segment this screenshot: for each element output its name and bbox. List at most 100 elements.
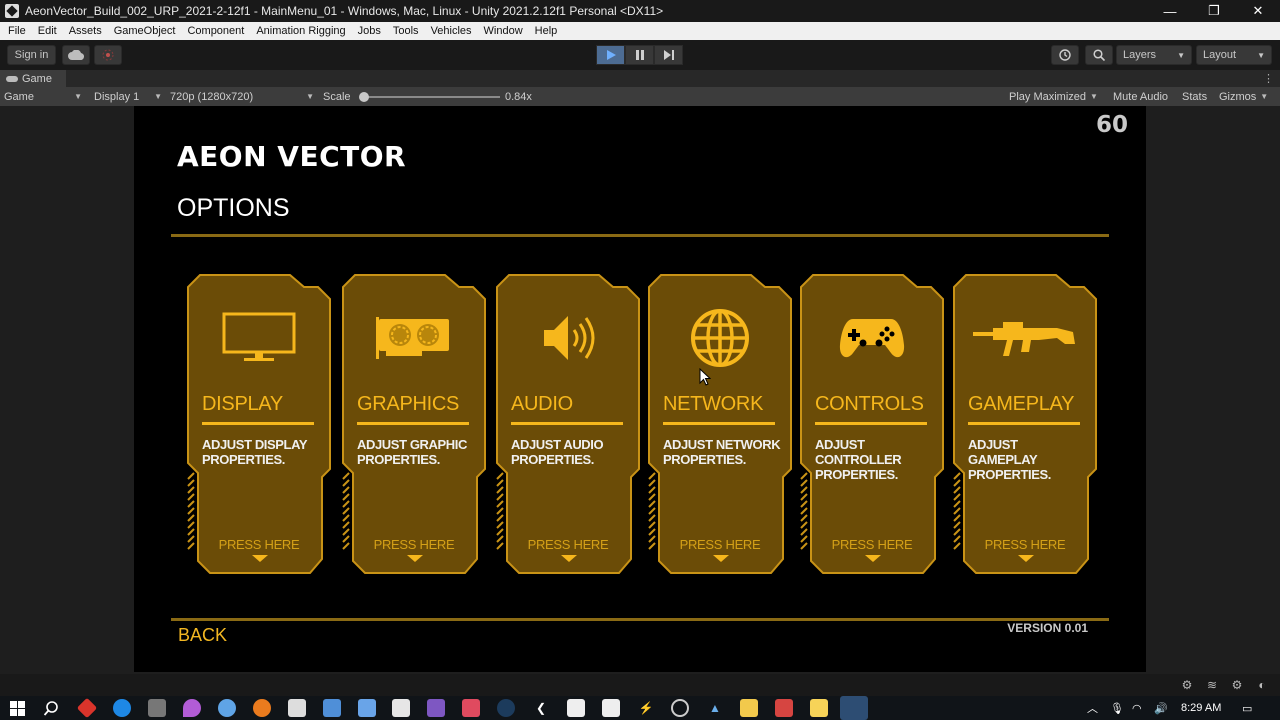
rifle-icon	[952, 307, 1098, 369]
menu-tools[interactable]: Tools	[387, 25, 425, 37]
press-here-label[interactable]: PRESS HERE	[186, 537, 332, 552]
blender-icon[interactable]	[253, 699, 271, 717]
layout-label: Layout	[1203, 49, 1237, 61]
maximize-button[interactable]: ❐	[1192, 0, 1236, 22]
option-card-audio[interactable]: AUDIO ADJUST AUDIO PROPERTIES. PRESS HERE	[495, 273, 641, 575]
menu-vehicles[interactable]: Vehicles	[425, 25, 478, 37]
back-button[interactable]: BACK	[178, 625, 227, 646]
menu-file[interactable]: File	[2, 25, 32, 37]
mute-audio-toggle[interactable]: Mute Audio	[1113, 87, 1168, 106]
minimize-button[interactable]: —	[1148, 0, 1192, 22]
app-yellow-icon[interactable]	[810, 699, 828, 717]
card-rule	[357, 422, 469, 425]
card-rule	[815, 422, 927, 425]
app-window2-icon[interactable]	[602, 699, 620, 717]
visual-studio-icon[interactable]	[427, 699, 445, 717]
edge-browser-icon[interactable]	[113, 699, 131, 717]
unity-taskbar-active[interactable]	[840, 696, 868, 720]
chevron-down-icon: ▼	[306, 92, 314, 101]
stack-icon[interactable]: ≋	[1204, 677, 1220, 693]
undo-history-button[interactable]	[1051, 45, 1079, 65]
display-dropdown[interactable]: Display 1 ▼	[94, 87, 162, 106]
tab-game[interactable]: Game	[0, 70, 66, 87]
history-icon	[1059, 49, 1071, 61]
arrow-down-icon	[1018, 555, 1034, 562]
collab-button[interactable]	[94, 45, 122, 65]
option-card-controls[interactable]: CONTROLS ADJUST CONTROLLER PROPERTIES. PRE…	[799, 273, 945, 575]
kebab-menu-icon[interactable]: ⋮	[1263, 72, 1274, 85]
monitor-icon	[186, 307, 332, 369]
network-icon[interactable]: ⚙	[1229, 677, 1245, 693]
close-button[interactable]: ✕	[1236, 0, 1280, 22]
sign-in-button[interactable]: Sign in	[7, 45, 56, 65]
arrow-down-icon	[713, 555, 729, 562]
chevron-down-icon: ▼	[74, 92, 82, 101]
option-card-graphics[interactable]: GRAPHICS ADJUST GRAPHIC PROPERTIES. PRESS …	[341, 273, 487, 575]
play-button[interactable]	[596, 45, 625, 65]
menu-assets[interactable]: Assets	[63, 25, 108, 37]
app-blue-icon[interactable]	[323, 699, 341, 717]
view-type-dropdown[interactable]: Game ▼	[4, 87, 82, 106]
option-card-gameplay[interactable]: GAMEPLAY ADJUST GAMEPLAY PROPERTIES. PRESS…	[952, 273, 1098, 575]
app-circle-icon[interactable]	[218, 699, 236, 717]
card-description: ADJUST DISPLAY PROPERTIES.	[202, 437, 307, 467]
game-screen[interactable]: 60 AEON VECTOR OPTIONS DISPLAY ADJUST DIS…	[134, 106, 1146, 672]
menu-component[interactable]: Component	[181, 25, 250, 37]
unity-logo-icon	[5, 4, 19, 18]
menu-edit[interactable]: Edit	[32, 25, 63, 37]
card-rule	[202, 422, 314, 425]
search-icon[interactable]	[42, 699, 60, 717]
paint-drop-icon[interactable]	[183, 699, 201, 717]
resolution-dropdown[interactable]: 720p (1280x720) ▼	[170, 87, 314, 106]
menu-window[interactable]: Window	[478, 25, 529, 37]
microphone-icon[interactable]: 🎙	[1110, 696, 1124, 720]
unity-hub-icon[interactable]	[288, 699, 306, 717]
option-card-network[interactable]: NETWORK ADJUST NETWORK PROPERTIES. PRESS H…	[647, 273, 793, 575]
app-red-diamond-icon[interactable]	[76, 697, 98, 719]
press-here-label[interactable]: PRESS HERE	[495, 537, 641, 552]
search-button[interactable]	[1085, 45, 1113, 65]
app-window-icon[interactable]	[567, 699, 585, 717]
bug-icon[interactable]: ⚙	[1179, 677, 1195, 693]
tray-chevron-icon[interactable]: ︿	[1087, 696, 1098, 720]
file-explorer-icon[interactable]	[740, 699, 758, 717]
press-here-label[interactable]: PRESS HERE	[341, 537, 487, 552]
menu-gameobject[interactable]: GameObject	[108, 25, 182, 37]
clock-time[interactable]: 8:29 AM	[1181, 696, 1221, 720]
main-toolbar: Sign in Layers ▼ Layout ▼	[0, 40, 1280, 70]
wifi-icon[interactable]: ◠	[1132, 696, 1142, 720]
app-blue2-icon[interactable]	[358, 699, 376, 717]
scale-slider-handle[interactable]	[359, 92, 369, 102]
press-here-label[interactable]: PRESS HERE	[952, 537, 1098, 552]
lightbulb-icon[interactable]: ◐	[1254, 677, 1270, 693]
editor-status-bar: ⚙ ≋ ⚙ ◐	[0, 674, 1280, 696]
app-arrow-icon[interactable]: ❮	[532, 699, 550, 717]
press-here-label[interactable]: PRESS HERE	[647, 537, 793, 552]
app-triangle-icon[interactable]: ▲	[706, 699, 724, 717]
gizmos-dropdown[interactable]: Gizmos ▼	[1219, 87, 1268, 106]
cloud-button[interactable]	[62, 45, 90, 65]
steam-icon[interactable]	[497, 699, 515, 717]
layout-dropdown[interactable]: Layout ▼	[1196, 45, 1272, 65]
notifications-icon[interactable]: ▭	[1242, 696, 1252, 720]
menu-help[interactable]: Help	[529, 25, 564, 37]
menu-jobs[interactable]: Jobs	[352, 25, 387, 37]
gamepad-icon	[6, 75, 18, 82]
layers-dropdown[interactable]: Layers ▼	[1116, 45, 1192, 65]
notepad-icon[interactable]	[392, 699, 410, 717]
menu-animation-rigging[interactable]: Animation Rigging	[250, 25, 351, 37]
scale-slider-track[interactable]	[366, 96, 500, 98]
play-maximized-dropdown[interactable]: Play Maximized ▼	[1009, 87, 1098, 106]
obs-icon[interactable]	[671, 699, 689, 717]
press-here-label[interactable]: PRESS HERE	[799, 537, 945, 552]
volume-icon[interactable]: 🔊	[1154, 696, 1168, 720]
step-button[interactable]	[654, 45, 683, 65]
app-grid-icon[interactable]	[462, 699, 480, 717]
calculator-icon[interactable]	[148, 699, 166, 717]
pause-button[interactable]	[625, 45, 654, 65]
windows-start-icon[interactable]	[8, 699, 26, 717]
stats-toggle[interactable]: Stats	[1182, 87, 1207, 106]
lightning-icon[interactable]: ⚡	[637, 699, 655, 717]
option-card-display[interactable]: DISPLAY ADJUST DISPLAY PROPERTIES. PRESS H…	[186, 273, 332, 575]
app-red-icon[interactable]	[775, 699, 793, 717]
